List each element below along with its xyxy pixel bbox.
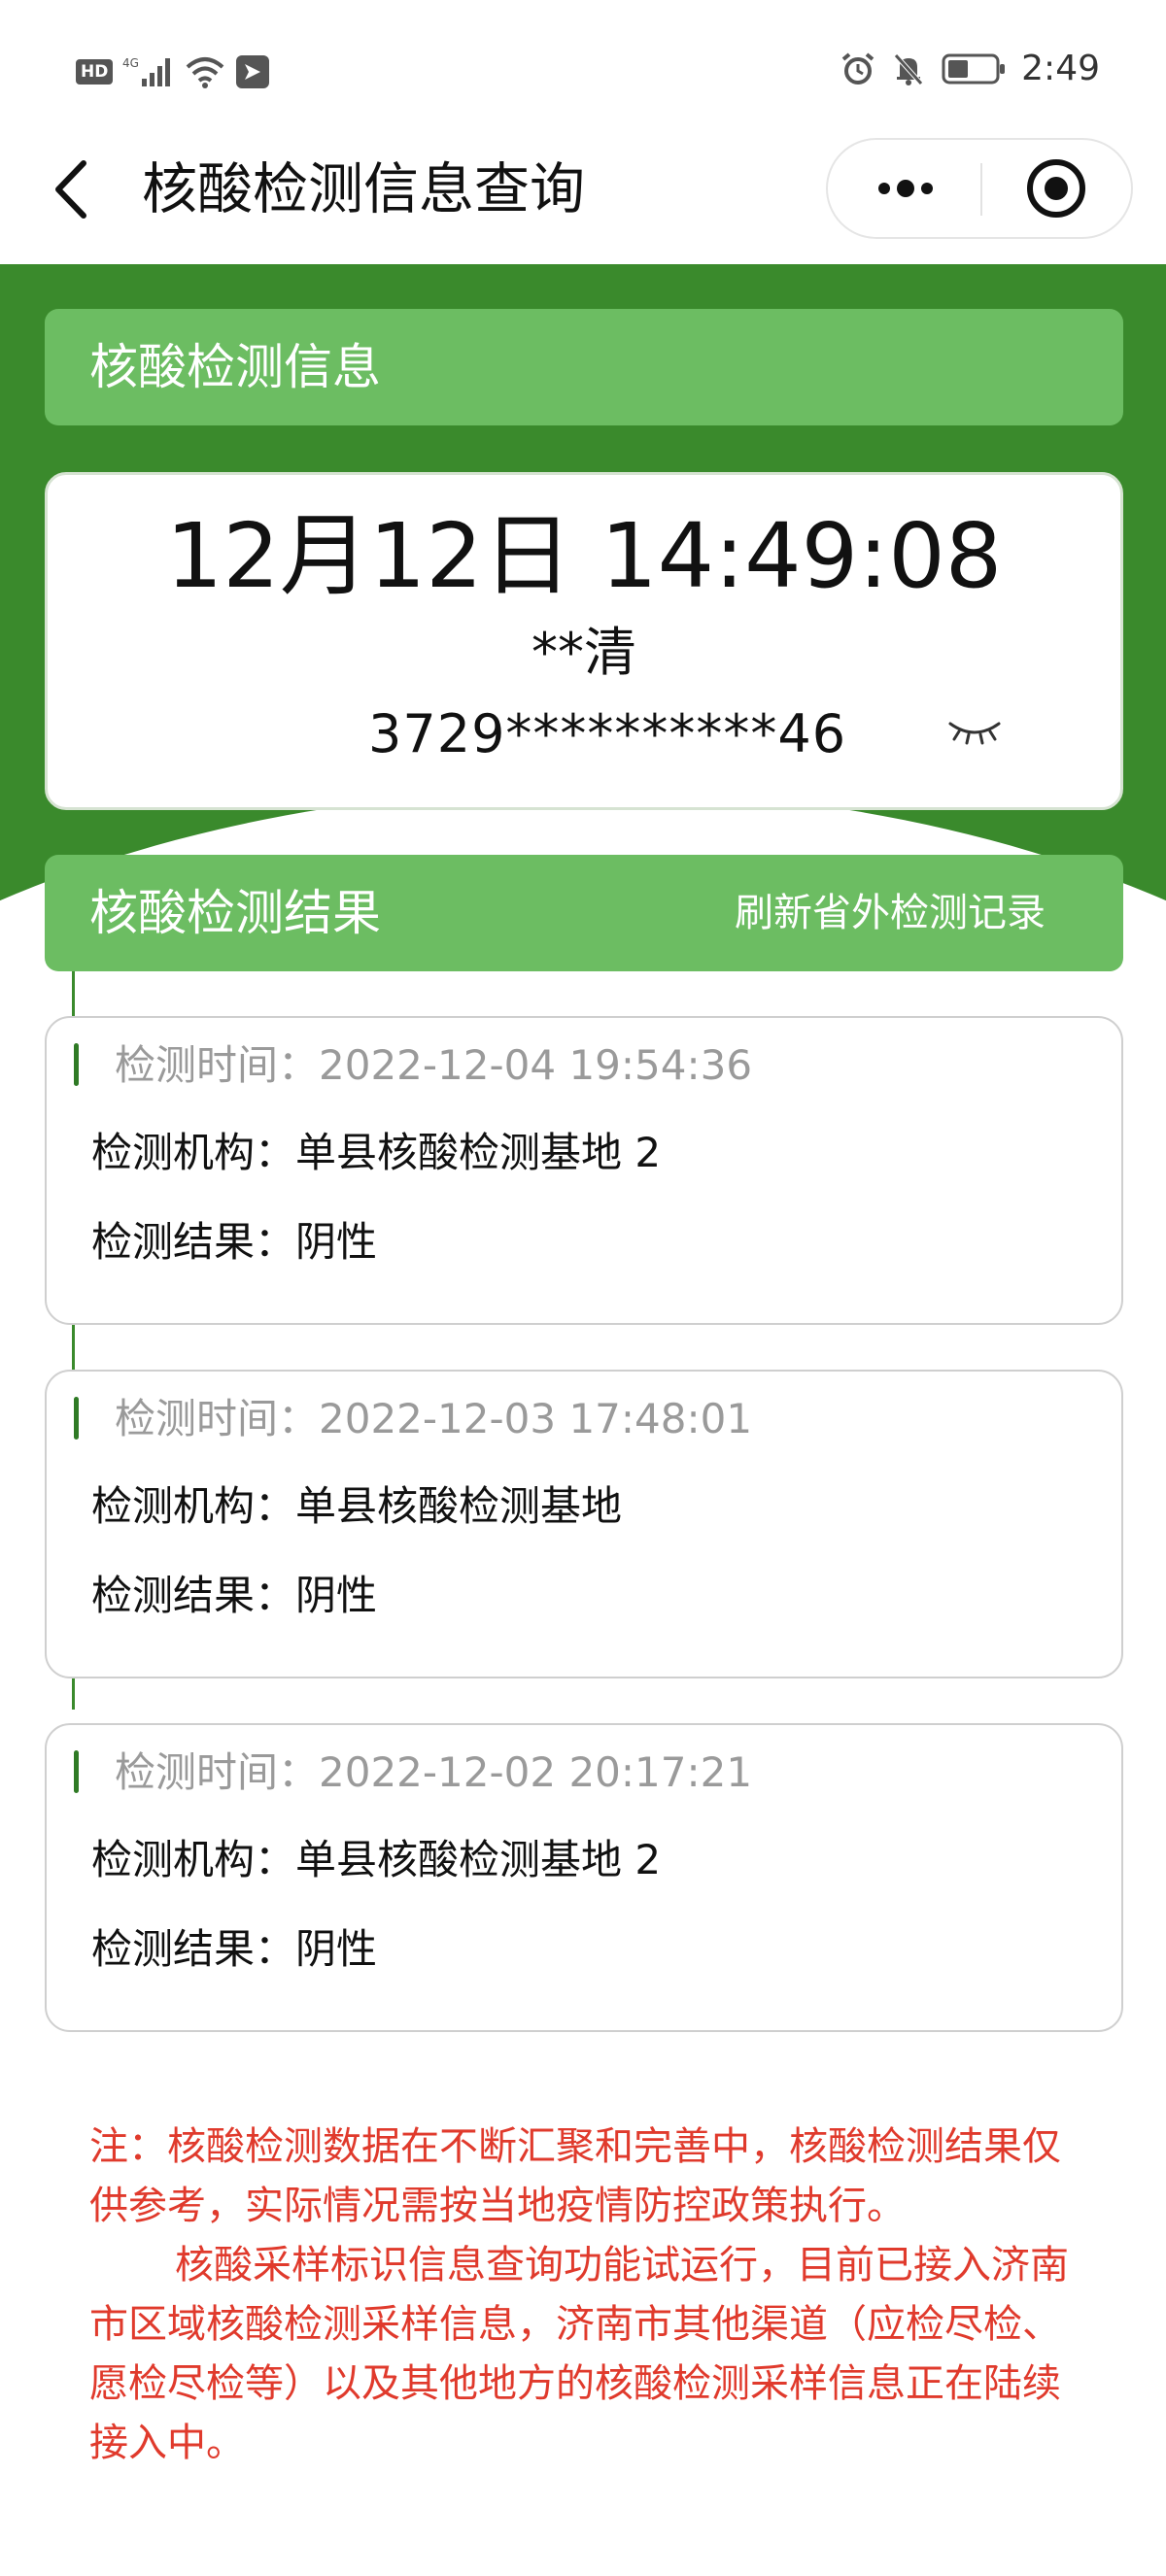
signal-4g-icon: 4G (122, 56, 171, 86)
chevron-left-icon[interactable] (45, 155, 99, 223)
info-card: 12月12日 14:49:08 **清 3729**********46 (45, 472, 1123, 810)
target-circle-icon[interactable] (998, 153, 1115, 223)
info-section-header: 核酸检测信息 (45, 309, 1123, 425)
note-paragraph-1: 注：核酸检测数据在不断汇聚和完善中，核酸检测结果仅供参考，实际情况需按当地疫情防… (89, 2124, 1061, 2228)
hd-badge: HD (76, 59, 114, 85)
current-datetime: 12月12日 14:49:08 (165, 504, 1003, 608)
page-title: 核酸检测信息查询 (142, 157, 585, 221)
timeline-marker (74, 1750, 79, 1793)
record-card: 检测时间：2022-12-02 20:17:21 检测机构：单县核酸检测基地 2… (45, 1723, 1123, 2032)
wifi-icon (187, 57, 224, 88)
record-result: 检测结果：阴性 (91, 1925, 378, 1973)
record-org: 检测机构：单县核酸检测基地 2 (91, 1129, 662, 1176)
more-dots-icon[interactable] (845, 153, 962, 223)
note-paragraph-2: 核酸采样标识信息查询功能试运行，目前已接入济南市区域核酸检测采样信息，济南市其他… (89, 2243, 1069, 2465)
location-app-icon (236, 55, 270, 88)
record-card: 检测时间：2022-12-03 17:48:01 检测机构：单县核酸检测基地 检… (45, 1370, 1123, 1678)
result-section-header: 核酸检测结果 刷新省外检测记录 (45, 855, 1123, 971)
svg-text:4G: 4G (122, 56, 139, 70)
record-time: 检测时间：2022-12-04 19:54:36 (115, 1041, 753, 1089)
refresh-outside-records-link[interactable]: 刷新省外检测记录 (735, 855, 1046, 971)
status-right: 2:49 (840, 49, 1100, 88)
capsule-divider (980, 163, 982, 216)
record-time: 检测时间：2022-12-03 17:48:01 (115, 1395, 753, 1442)
record-org: 检测机构：单县核酸检测基地 2 (91, 1836, 662, 1883)
record-result: 检测结果：阴性 (91, 1218, 378, 1266)
record-card: 检测时间：2022-12-04 19:54:36 检测机构：单县核酸检测基地 2… (45, 1016, 1123, 1325)
result-section-title: 核酸检测结果 (89, 885, 381, 941)
record-result: 检测结果：阴性 (91, 1572, 378, 1619)
record-org: 检测机构：单县核酸检测基地 (91, 1482, 623, 1530)
status-time: 2:49 (1021, 49, 1100, 88)
eye-closed-icon[interactable] (946, 716, 1003, 749)
alarm-clock-icon (841, 51, 874, 85)
disclaimer-notes: 注：核酸检测数据在不断汇聚和完善中，核酸检测结果仅供参考，实际情况需按当地疫情防… (89, 2118, 1090, 2473)
mini-program-capsule (826, 138, 1133, 239)
id-number: 3729**********46 (368, 703, 847, 764)
record-time: 检测时间：2022-12-02 20:17:21 (115, 1748, 753, 1796)
battery-icon (942, 53, 1006, 84)
status-bar: HD 4G 2:49 (0, 0, 1166, 146)
person-name: **清 (532, 622, 636, 683)
status-left: HD 4G (76, 54, 270, 89)
info-section-title: 核酸检测信息 (89, 339, 381, 395)
timeline-marker (74, 1397, 79, 1440)
mute-bell-icon (894, 52, 924, 85)
timeline-marker (74, 1043, 79, 1086)
